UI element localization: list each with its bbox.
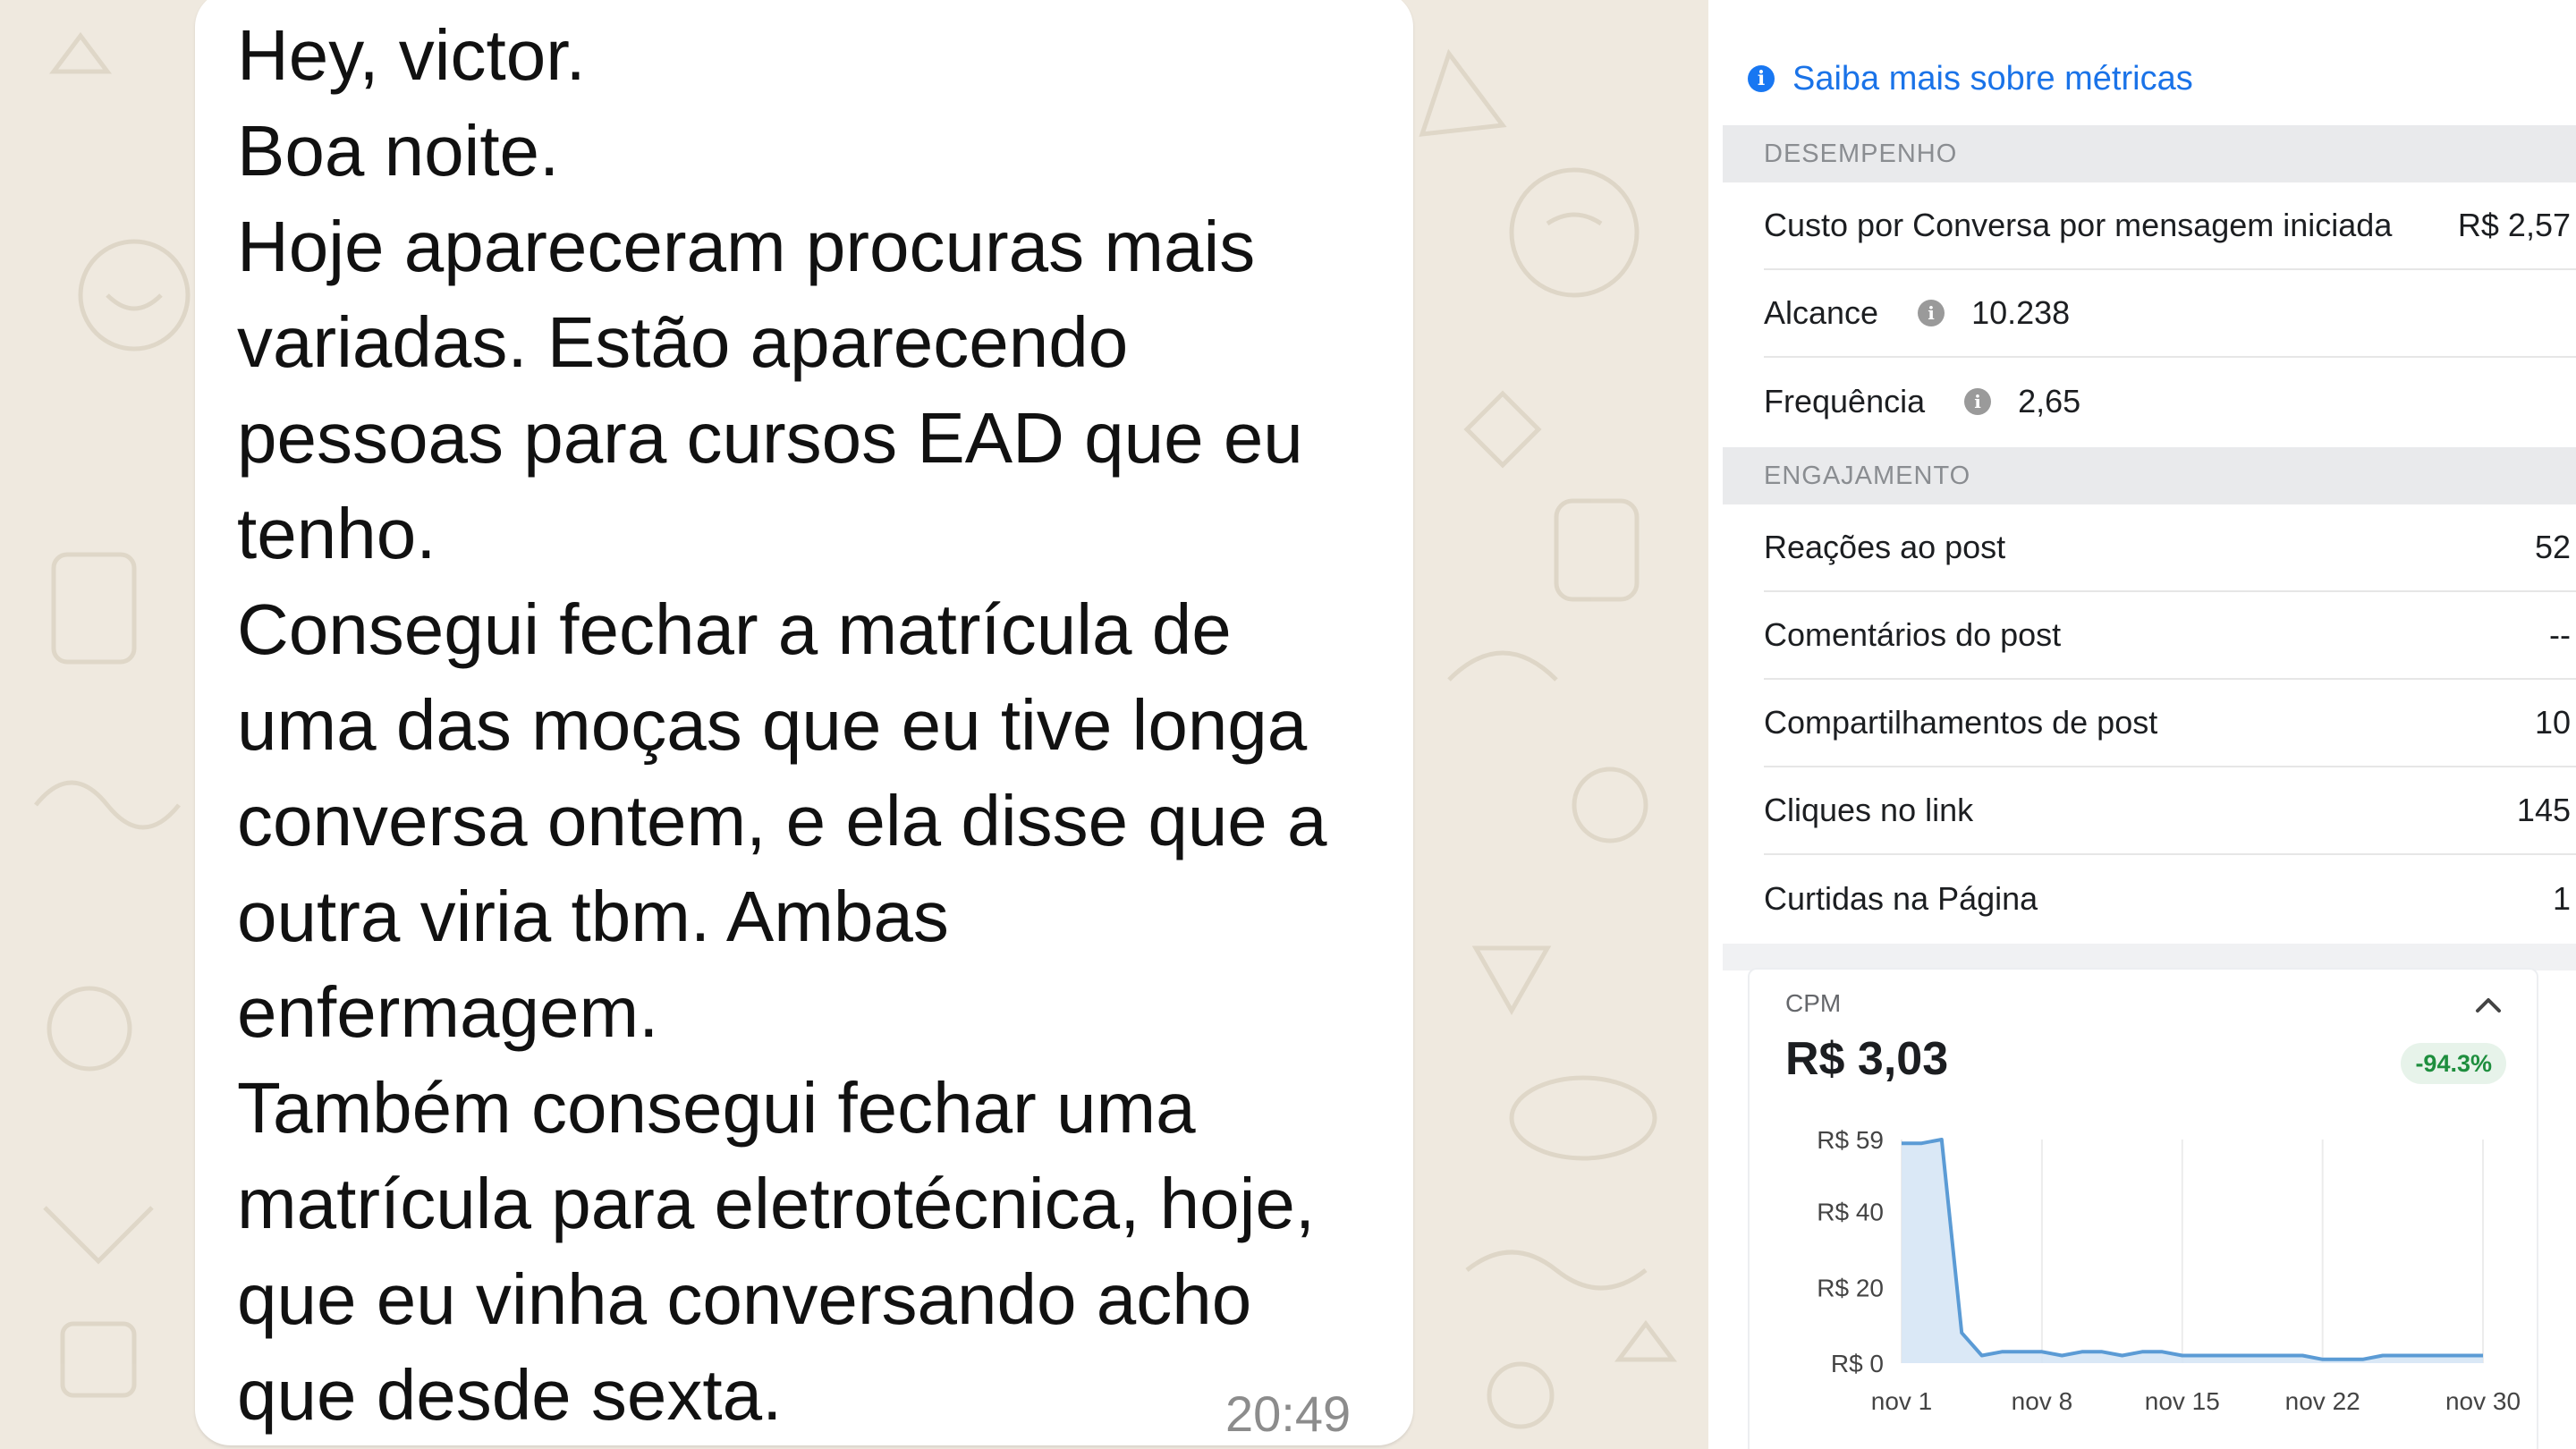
- metric-label: Custo por Conversa por mensagem iniciada: [1764, 207, 2393, 243]
- panel-divider: [1723, 944, 2576, 970]
- x-tick-label: nov 30: [2445, 1387, 2521, 1415]
- metric-row-reactions[interactable]: Reações ao post 52: [1764, 504, 2576, 592]
- metric-row-page-likes[interactable]: Curtidas na Página 1: [1764, 855, 2576, 943]
- metric-label: Comentários do post: [1764, 616, 2062, 653]
- metric-label: Curtidas na Página: [1764, 880, 2038, 917]
- metric-label: Frequência: [1764, 383, 1926, 419]
- message-line: uma das moças que eu tive longa: [237, 685, 1308, 765]
- x-tick-label: nov 8: [2012, 1387, 2073, 1415]
- metric-row-comments[interactable]: Comentários do post --: [1764, 592, 2576, 680]
- cpm-label: CPM: [1785, 989, 1842, 1017]
- metric-row-frequency[interactable]: Frequência i 2,65: [1764, 358, 2576, 445]
- learn-more-label: Saiba mais sobre métricas: [1792, 59, 2193, 97]
- metric-row-cost-per-conversation[interactable]: Custo por Conversa por mensagem iniciada…: [1764, 182, 2576, 270]
- metric-label: Alcance: [1764, 294, 1879, 331]
- metrics-panel: i Saiba mais sobre métricas DESEMPENHO C…: [1708, 0, 2576, 1449]
- cpm-chart: R$ 0 R$ 20 R$ 40 R$ 59 nov 1 nov 8 nov 15 nov 2…: [1817, 1126, 2521, 1415]
- message-line: Hey, victor.: [237, 15, 586, 95]
- message-line: enfermagem.: [237, 972, 659, 1052]
- metric-value: 10: [2534, 704, 2571, 741]
- metric-label: Reações ao post: [1764, 529, 2006, 565]
- x-tick-label: nov 22: [2285, 1387, 2360, 1415]
- metric-value: 2,65: [2018, 383, 2081, 419]
- x-tick-label: nov 15: [2145, 1387, 2220, 1415]
- message-line: matrícula para eletrotécnica, hoje,: [237, 1164, 1316, 1243]
- metric-label: Cliques no link: [1764, 792, 1974, 828]
- message-line: Também consegui fechar uma: [237, 1068, 1196, 1148]
- metric-row-link-clicks[interactable]: Cliques no link 145: [1764, 767, 2576, 855]
- x-tick-label: nov 1: [1871, 1387, 1933, 1415]
- series-line: [1902, 1138, 2483, 1361]
- metric-value: 1: [2552, 880, 2571, 917]
- y-tick-label: R$ 20: [1817, 1274, 1884, 1301]
- message-line: que eu vinha conversando acho: [237, 1259, 1252, 1339]
- message-line: Boa noite.: [237, 111, 560, 191]
- message-line: variadas. Estão aparecendo: [237, 302, 1129, 382]
- cpm-value: R$ 3,03: [1785, 1033, 1949, 1085]
- message-line: pessoas para cursos EAD que eu: [237, 398, 1303, 478]
- message-line: Hoje apareceram procuras mais: [237, 207, 1256, 286]
- message-text: Hey, victor. Boa noite. Hoje apareceram …: [237, 7, 1400, 1443]
- cpm-card[interactable]: CPM R$ 3,03 -94.3% R$ 0 R$ 20 R$ 40 R$ 59 no…: [1750, 970, 2537, 1449]
- message-line: conversa ontem, e ela disse que a: [237, 781, 1327, 860]
- y-tick-label: R$ 40: [1817, 1199, 1884, 1226]
- metric-row-reach[interactable]: Alcance i 10.238: [1764, 270, 2576, 358]
- info-icon[interactable]: i: [1918, 300, 1945, 326]
- metric-value: --: [2549, 616, 2571, 653]
- metric-label: Compartilhamentos de post: [1764, 704, 2158, 741]
- section-header-performance: DESEMPENHO: [1723, 125, 2576, 182]
- metric-value: 10.238: [1971, 294, 2071, 331]
- info-icon: i: [1748, 65, 1775, 92]
- metric-value: 52: [2534, 529, 2571, 565]
- message-line: tenho.: [237, 494, 436, 573]
- metric-value: 145: [2516, 792, 2571, 828]
- message-timestamp: 20:49: [1225, 1385, 1352, 1442]
- change-badge: -94.3%: [2401, 1043, 2506, 1084]
- y-tick-label: R$ 59: [1817, 1126, 1884, 1154]
- metric-value: R$ 2,57: [2457, 207, 2571, 243]
- chevron-up-icon[interactable]: [2470, 987, 2506, 1023]
- info-icon[interactable]: i: [1964, 388, 1992, 415]
- learn-more-link[interactable]: i Saiba mais sobre métricas: [1748, 52, 2193, 106]
- message-line: outra viria tbm. Ambas: [237, 877, 949, 956]
- chat-panel: Hey, victor. Boa noite. Hoje apareceram …: [0, 0, 1708, 1449]
- message-line: Consegui fechar a matrícula de: [237, 589, 1232, 669]
- section-header-engagement: ENGAJAMENTO: [1723, 447, 2576, 504]
- y-tick-label: R$ 0: [1831, 1350, 1884, 1377]
- series-area: [1902, 1140, 2483, 1363]
- metric-row-shares[interactable]: Compartilhamentos de post 10: [1764, 680, 2576, 767]
- panel-gutter: [1708, 0, 1723, 1449]
